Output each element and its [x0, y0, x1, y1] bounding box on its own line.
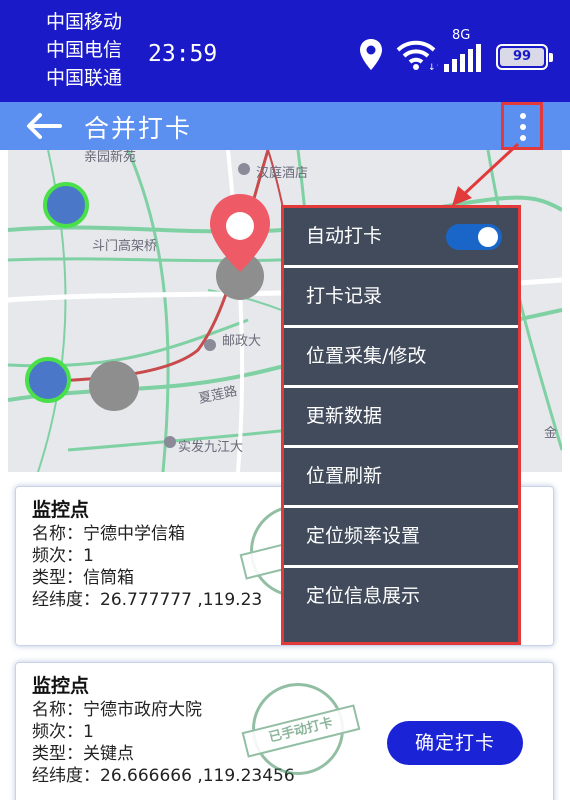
battery-level: 99: [500, 48, 544, 66]
toggle-knob: [478, 227, 498, 247]
map-marker-checked[interactable]: [43, 182, 89, 228]
annotation-arrow-icon: [452, 142, 520, 206]
menu-item-auto-checkin[interactable]: 自动打卡: [284, 208, 518, 268]
status-bar: 中国移动 中国电信 中国联通 23:59 ↓↑ 8G 99: [0, 0, 570, 102]
menu-item-location-info[interactable]: 定位信息展示: [284, 568, 518, 628]
carrier-name: 中国电信: [46, 39, 123, 61]
menu-item-label: 自动打卡: [306, 225, 383, 247]
location-icon: [360, 39, 382, 70]
page-title: 合并打卡: [84, 114, 193, 143]
svg-text:↓↑: ↓↑: [428, 63, 438, 72]
menu-item-update-data[interactable]: 更新数据: [284, 388, 518, 448]
menu-item-label: 打卡记录: [306, 285, 383, 307]
confirm-checkin-button[interactable]: 确定打卡: [387, 721, 523, 765]
menu-item-label: 更新数据: [306, 405, 383, 427]
menu-item-refresh-location[interactable]: 位置刷新: [284, 448, 518, 508]
map-label: 邮政大: [222, 334, 262, 349]
checked-in-stamp: 已手动打卡: [241, 683, 361, 775]
battery-icon: 99: [496, 44, 553, 70]
menu-item-frequency-settings[interactable]: 定位频率设置: [284, 508, 518, 568]
auto-checkin-toggle[interactable]: [446, 224, 502, 250]
map-marker-checked[interactable]: [25, 357, 71, 403]
overflow-menu: 自动打卡 打卡记录 位置采集/修改 更新数据 位置刷新 定位频率设置 定位信息展…: [281, 205, 521, 645]
map-label: 汉庭酒店: [256, 166, 309, 181]
menu-item-label: 定位信息展示: [306, 585, 421, 607]
map-label: 实发九江大: [178, 440, 244, 455]
menu-item-label: 位置刷新: [306, 465, 383, 487]
wifi-icon: ↓↑: [396, 40, 438, 72]
menu-item-location-collect[interactable]: 位置采集/修改: [284, 328, 518, 388]
status-time: 23:59: [148, 41, 218, 67]
signal-icon: [444, 44, 481, 72]
back-arrow-icon[interactable]: [24, 110, 64, 142]
carrier-name: 中国联通: [46, 67, 123, 89]
map-label: 金: [544, 426, 558, 441]
map-label: 亲园新苑: [84, 150, 137, 165]
checkpoint-card[interactable]: 监控点 名称：宁德市政府大院 频次：1 类型：关键点 经纬度：26.666666…: [15, 662, 554, 800]
menu-item-checkin-records[interactable]: 打卡记录: [284, 268, 518, 328]
network-type-label: 8G: [452, 28, 471, 43]
menu-item-label: 位置采集/修改: [306, 345, 427, 367]
map-label: 斗门高架桥: [92, 239, 158, 254]
menu-item-label: 定位频率设置: [306, 525, 421, 547]
carrier-name: 中国移动: [46, 11, 123, 33]
battery-tip: [549, 53, 553, 62]
carrier-list: 中国移动 中国电信 中国联通: [46, 8, 122, 92]
map-marker-unchecked[interactable]: [89, 361, 139, 411]
